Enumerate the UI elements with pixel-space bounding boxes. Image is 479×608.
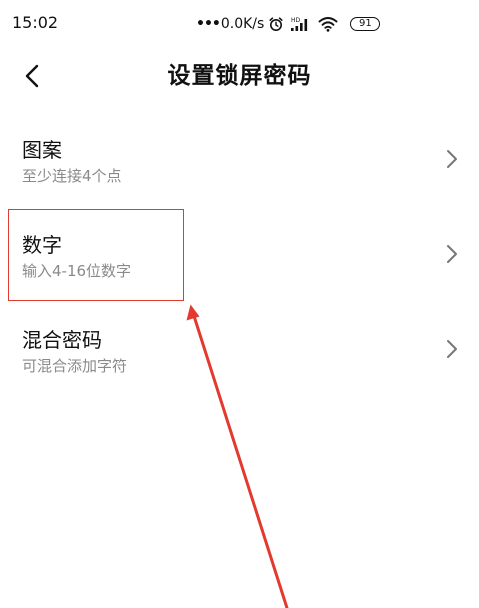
chevron-right-icon [447, 150, 457, 168]
alarm-icon [268, 16, 284, 32]
page-title: 设置锁屏密码 [167, 63, 312, 89]
option-mixed-password[interactable]: 混合密码 可混合添加字符 [0, 327, 479, 407]
wifi-icon [318, 16, 338, 32]
option-subtitle: 可混合添加字符 [22, 357, 128, 375]
hd-label: HD [291, 17, 301, 24]
chevron-right-icon [447, 340, 457, 358]
network-speed: 0.0K/s [220, 16, 265, 32]
option-pattern[interactable]: 图案 至少连接4个点 [0, 137, 479, 217]
battery-icon: 91 [350, 17, 381, 31]
chevron-right-icon [447, 245, 457, 263]
status-indicators: ••• 0.0K/s HD 91 [196, 12, 381, 36]
option-title: 数字 [22, 233, 62, 257]
option-subtitle: 输入4-16位数字 [22, 262, 132, 280]
option-title: 混合密码 [22, 328, 102, 352]
status-time: 15:02 [12, 13, 59, 32]
status-bar: 15:02 ••• 0.0K/s HD 91 [0, 0, 479, 48]
battery-level: 91 [358, 18, 372, 29]
option-subtitle: 至少连接4个点 [22, 167, 122, 185]
option-title: 图案 [22, 138, 62, 162]
notification-dots: ••• [196, 16, 221, 32]
option-numeric[interactable]: 数字 输入4-16位数字 [0, 232, 479, 312]
signal-icon: HD [290, 16, 312, 32]
lock-screen-password-page: 15:02 ••• 0.0K/s HD 91 设置锁屏密码 图案 至少连接4个点… [0, 0, 479, 608]
